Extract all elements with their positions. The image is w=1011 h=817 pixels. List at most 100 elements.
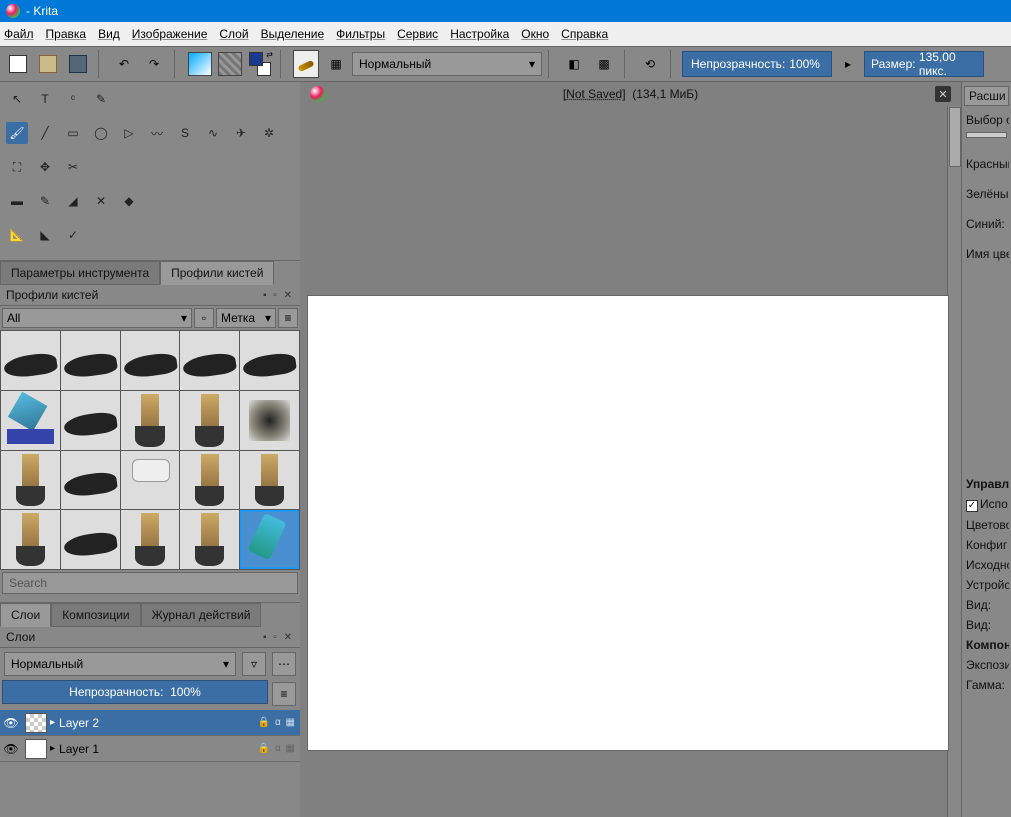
undo-button[interactable]: ↶ — [110, 50, 138, 78]
visibility-icon[interactable]: 👁 — [0, 716, 22, 730]
assistant-tool[interactable]: ◣ — [34, 224, 56, 246]
rectangle-tool[interactable]: ▭ — [62, 122, 84, 144]
transform-tool[interactable]: ⛶ — [6, 156, 28, 178]
layer-settings-button[interactable]: ⋯ — [272, 652, 296, 676]
brush-preset[interactable] — [240, 451, 299, 510]
brush-preset[interactable] — [61, 451, 120, 510]
menu-layer[interactable]: Слой — [219, 27, 248, 41]
brush-preset[interactable] — [180, 331, 239, 390]
multibrush-tool[interactable]: ✲ — [258, 122, 280, 144]
mirror-button[interactable]: ⟲ — [636, 50, 664, 78]
gradient-swatch[interactable] — [186, 50, 214, 78]
move-layer-tool[interactable]: ✥ — [34, 156, 56, 178]
canvas-viewport[interactable] — [300, 106, 947, 817]
brush-preview[interactable] — [292, 50, 320, 78]
brush-filter-dropdown[interactable]: All▾ — [2, 308, 192, 328]
brush-preset[interactable] — [61, 331, 120, 390]
blend-mode-dropdown[interactable]: Нормальный▾ — [352, 52, 542, 76]
brush-preset[interactable] — [180, 451, 239, 510]
menu-tools[interactable]: Сервис — [397, 27, 438, 41]
layer-filter-button[interactable]: ▿ — [242, 652, 266, 676]
new-button[interactable] — [4, 50, 32, 78]
ellipse-tool[interactable]: ◯ — [90, 122, 112, 144]
opacity-menu-icon[interactable]: ▸ — [834, 50, 862, 78]
brush-preset[interactable] — [240, 391, 299, 450]
use-checkbox[interactable]: ✓Испо — [964, 494, 1009, 515]
layer-opacity-slider[interactable]: Непрозрачность: 100% — [2, 680, 268, 704]
menu-view[interactable]: Вид — [98, 27, 120, 41]
layer-row[interactable]: 👁 ▸ Layer 2 🔒 α ▦ — [0, 710, 300, 736]
vertical-scrollbar[interactable] — [947, 106, 961, 817]
canvas[interactable] — [308, 296, 948, 750]
tab-undo-history[interactable]: Журнал действий — [141, 603, 262, 627]
brush-view-mode[interactable]: ≡ — [278, 308, 298, 328]
alpha-lock-toggle[interactable]: ▩ — [590, 50, 618, 78]
pattern-swatch[interactable] — [216, 50, 244, 78]
menu-file[interactable]: Файл — [4, 27, 34, 41]
layer-row[interactable]: 👁 ▸ Layer 1 🔒 α ▦ — [0, 736, 300, 762]
menu-window[interactable]: Окно — [521, 27, 549, 41]
brush-preset[interactable] — [121, 331, 180, 390]
brush-preset[interactable] — [1, 510, 60, 569]
layer-blend-mode-dropdown[interactable]: Нормальный▾ — [4, 652, 236, 676]
brush-search-input[interactable]: Search — [2, 572, 298, 594]
edit-shapes-tool[interactable]: ✎ — [90, 88, 112, 110]
layer-props-button[interactable]: ≡ — [272, 682, 296, 706]
size-slider[interactable]: Размер: 135,00 пикс. — [864, 51, 984, 77]
freehand-path-tool[interactable]: ∿ — [202, 122, 224, 144]
color-picker-tool[interactable]: ✎ — [34, 190, 56, 212]
polygon-tool[interactable]: ▷ — [118, 122, 140, 144]
visibility-icon[interactable]: 👁 — [0, 742, 22, 756]
dock-controls-icon[interactable]: ▪ ▫ ✕ — [263, 290, 294, 301]
brush-preset[interactable] — [1, 391, 60, 450]
polyline-tool[interactable]: 〰 — [146, 122, 168, 144]
brush-preset[interactable] — [1, 331, 60, 390]
brush-preset[interactable] — [61, 391, 120, 450]
brush-preset[interactable] — [121, 391, 180, 450]
calligraphy-tool[interactable]: ᶜ — [62, 88, 84, 110]
brush-tag-dropdown[interactable]: Метка▾ — [216, 308, 276, 328]
reference-tool[interactable]: ✓ — [62, 224, 84, 246]
dynamic-brush-tool[interactable]: ✈ — [230, 122, 252, 144]
brush-preset[interactable] — [180, 510, 239, 569]
layer-name[interactable]: Layer 1 — [55, 742, 250, 756]
brush-preset[interactable] — [180, 391, 239, 450]
brush-preset-selected[interactable] — [240, 510, 299, 569]
tab-layers[interactable]: Слои — [0, 603, 51, 627]
freehand-brush-tool[interactable]: 🖌 — [6, 122, 28, 144]
right-tab-advanced[interactable]: Расши — [964, 86, 1009, 106]
menu-select[interactable]: Выделение — [261, 27, 325, 41]
menu-help[interactable]: Справка — [561, 27, 608, 41]
tab-tool-options[interactable]: Параметры инструмента — [0, 261, 160, 285]
layer-flags[interactable]: 🔒 α ▦ — [250, 743, 300, 754]
brush-preset[interactable] — [121, 510, 180, 569]
fg-bg-color[interactable]: ⇄ — [246, 50, 274, 78]
bezier-tool[interactable]: S — [174, 122, 196, 144]
save-button[interactable] — [64, 50, 92, 78]
tab-compositions[interactable]: Композиции — [51, 603, 140, 627]
brush-filter-clear[interactable]: ▫ — [194, 308, 214, 328]
move-tool[interactable]: ↖ — [6, 88, 28, 110]
brush-settings-button[interactable]: ▦ — [322, 50, 350, 78]
layer-flags[interactable]: 🔒 α ▦ — [250, 717, 300, 728]
close-document-button[interactable]: ✕ — [935, 86, 951, 102]
open-button[interactable] — [34, 50, 62, 78]
brush-preset[interactable] — [240, 331, 299, 390]
menu-filters[interactable]: Фильтры — [336, 27, 385, 41]
text-tool[interactable]: T — [34, 88, 56, 110]
fill-tool[interactable]: ▬ — [6, 190, 28, 212]
menu-settings[interactable]: Настройка — [450, 27, 509, 41]
crop-tool[interactable]: ✂ — [62, 156, 84, 178]
brush-preset[interactable] — [121, 451, 180, 510]
smart-fill-tool[interactable]: ◆ — [118, 190, 140, 212]
opacity-slider[interactable]: Непрозрачность: 100% — [682, 51, 832, 77]
measure-tool[interactable]: 📐 — [6, 224, 28, 246]
menu-edit[interactable]: Правка — [46, 27, 87, 41]
eraser-toggle[interactable]: ◧ — [560, 50, 588, 78]
brush-preset[interactable] — [61, 510, 120, 569]
layer-name[interactable]: Layer 2 — [55, 716, 250, 730]
pattern-edit-tool[interactable]: ✕ — [90, 190, 112, 212]
gradient-tool[interactable]: ◢ — [62, 190, 84, 212]
dock-controls-icon[interactable]: ▪ ▫ ✕ — [263, 632, 294, 643]
tab-brush-presets[interactable]: Профили кистей — [160, 261, 274, 285]
